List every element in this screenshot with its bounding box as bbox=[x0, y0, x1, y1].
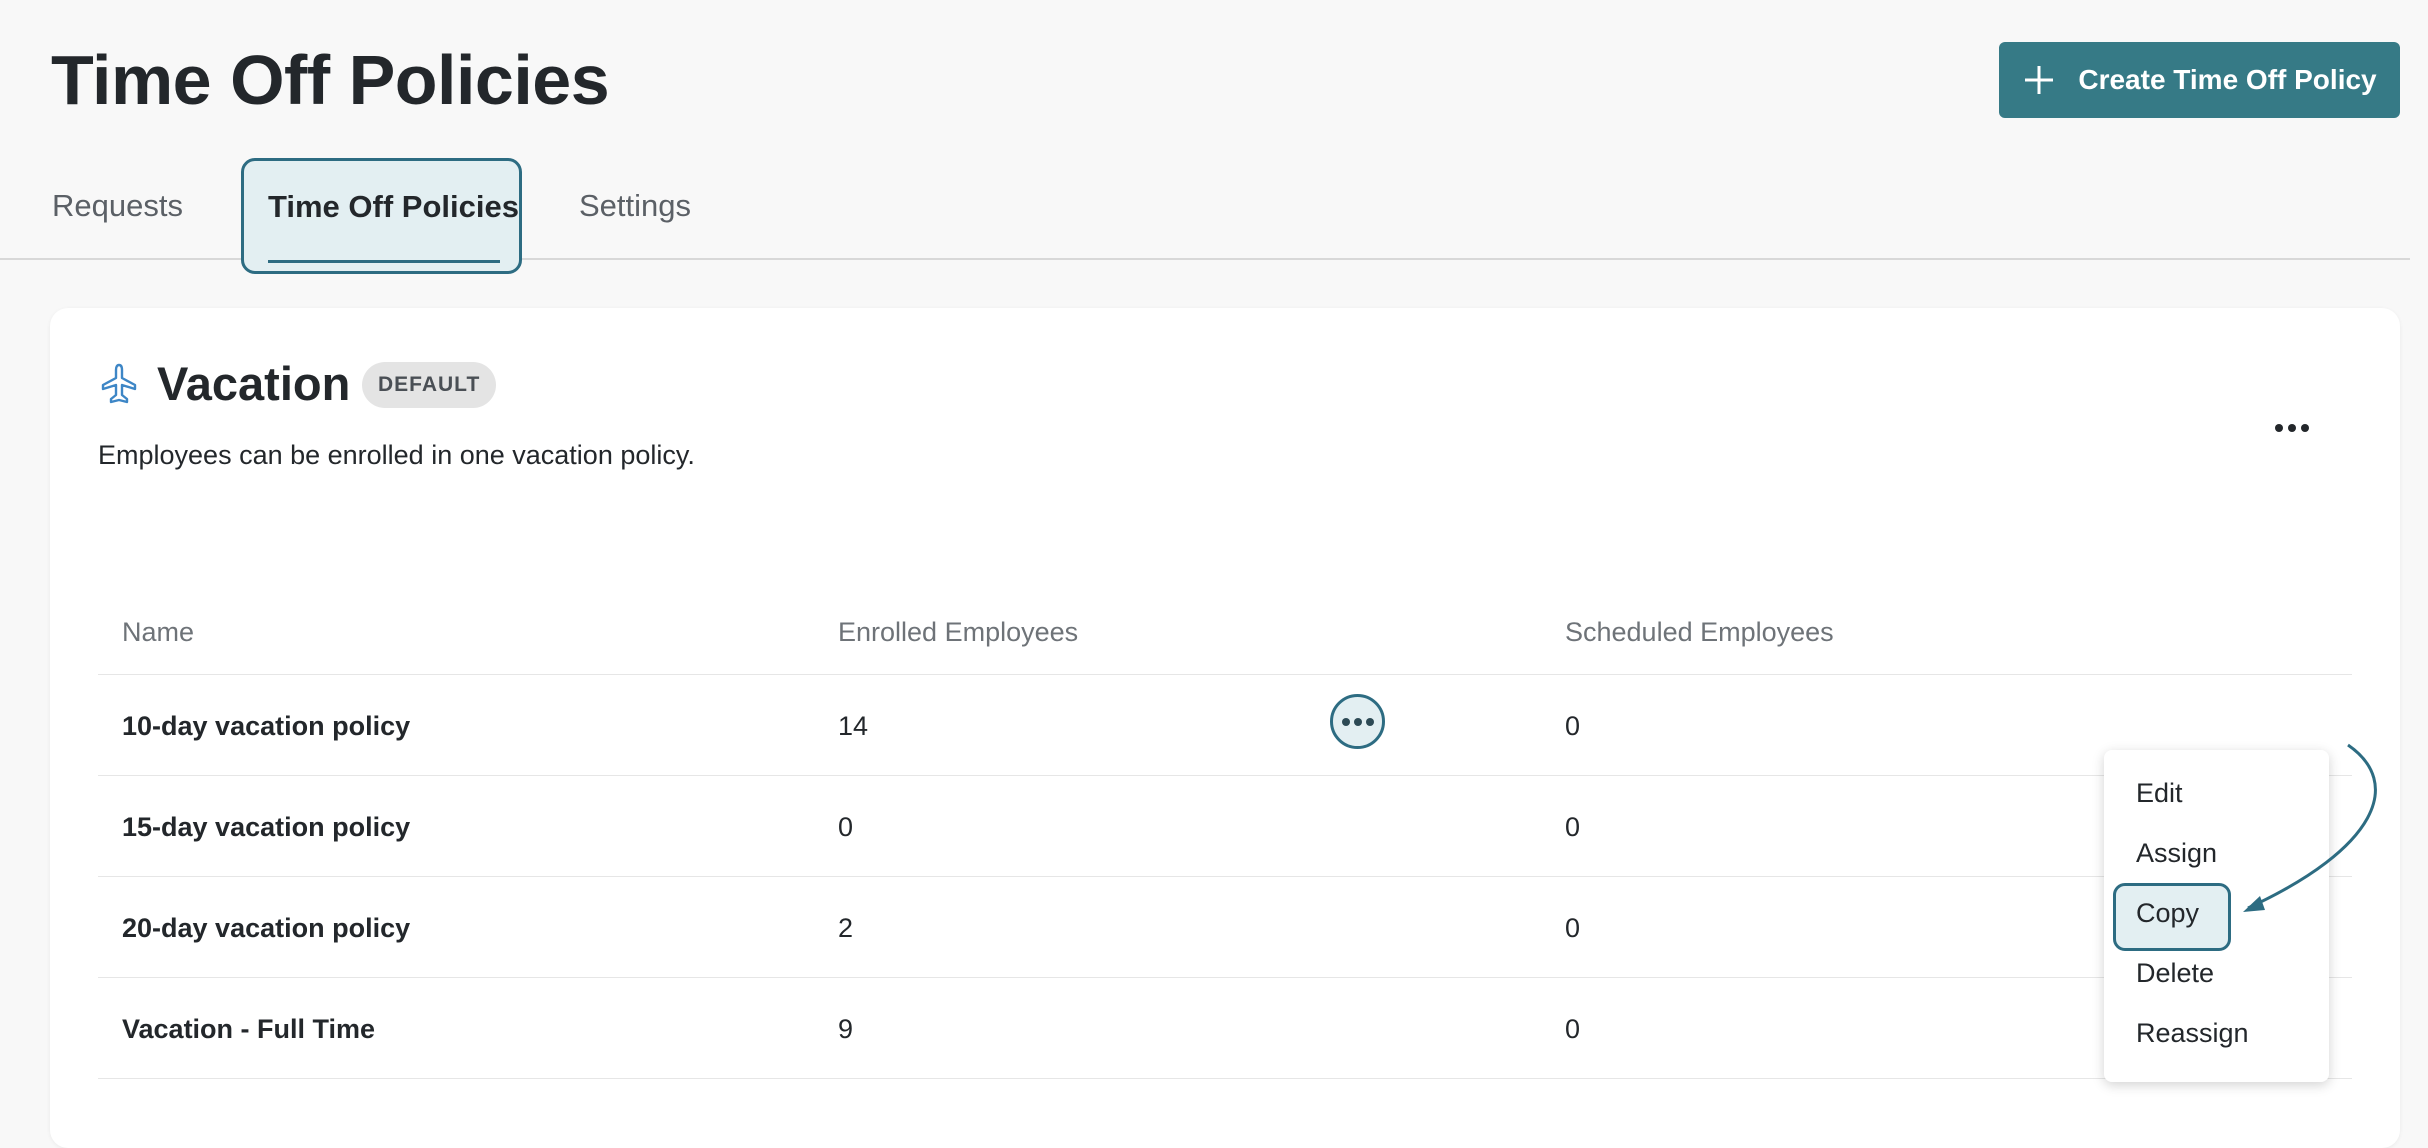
policies-table: Name Enrolled Employees Scheduled Employ… bbox=[98, 574, 2352, 1079]
more-dot bbox=[2288, 424, 2296, 432]
airplane-icon bbox=[101, 363, 137, 404]
menu-item-assign[interactable]: Assign bbox=[2136, 838, 2217, 869]
table-row[interactable]: 15-day vacation policy 0 0 bbox=[98, 776, 2352, 877]
menu-item-delete[interactable]: Delete bbox=[2136, 958, 2214, 989]
policy-card-title: Vacation bbox=[157, 357, 351, 410]
policy-name[interactable]: Vacation - Full Time bbox=[122, 1014, 375, 1045]
more-dot bbox=[2275, 424, 2283, 432]
annotation-arrow bbox=[2243, 743, 2377, 912]
tab-time-off-policies[interactable]: Time Off Policies bbox=[241, 158, 522, 274]
table-row[interactable]: 10-day vacation policy 14 0 bbox=[98, 675, 2352, 776]
enrolled-count: 14 bbox=[838, 711, 869, 741]
create-button-label: Create Time Off Policy bbox=[2078, 64, 2377, 95]
table-row[interactable]: Vacation - Full Time 9 0 bbox=[98, 978, 2352, 1079]
scheduled-count: 0 bbox=[1565, 812, 1581, 842]
column-header-scheduled: Scheduled Employees bbox=[1565, 617, 1834, 647]
policy-name[interactable]: 15-day vacation policy bbox=[122, 812, 410, 843]
scheduled-count: 0 bbox=[1565, 913, 1581, 943]
table-header: Name Enrolled Employees Scheduled Employ… bbox=[98, 574, 2352, 675]
tab-requests[interactable]: Requests bbox=[52, 188, 183, 224]
scheduled-count: 0 bbox=[1565, 1014, 1581, 1044]
plus-icon bbox=[2025, 66, 2054, 94]
enrolled-count: 2 bbox=[838, 913, 854, 943]
more-dot bbox=[2301, 424, 2309, 432]
tab-bar: Requests Time Off Policies Settings bbox=[0, 158, 2410, 274]
table-row[interactable]: 20-day vacation policy 2 0 bbox=[98, 877, 2352, 978]
row-more-options-button[interactable] bbox=[1330, 694, 1385, 749]
more-dot bbox=[1365, 717, 1374, 726]
policy-card-description: Employees can be enrolled in one vacatio… bbox=[98, 440, 695, 470]
enrolled-count: 0 bbox=[838, 812, 854, 842]
scheduled-count: 0 bbox=[1565, 711, 1581, 741]
menu-item-copy[interactable]: Copy bbox=[2136, 898, 2199, 929]
column-header-name: Name bbox=[122, 617, 195, 647]
more-dot bbox=[1353, 717, 1362, 726]
menu-item-reassign[interactable]: Reassign bbox=[2136, 1018, 2249, 1049]
vacation-policy-card: Vacation DEFAULT Employees can be enroll… bbox=[50, 308, 2400, 1148]
column-header-enrolled: Enrolled Employees bbox=[838, 617, 1079, 647]
page-title: Time Off Policies bbox=[51, 41, 610, 119]
menu-item-edit[interactable]: Edit bbox=[2136, 778, 2183, 809]
card-more-options-button[interactable] bbox=[2268, 416, 2316, 440]
enrolled-count: 9 bbox=[838, 1014, 854, 1044]
active-tab-underline bbox=[268, 260, 500, 263]
policy-name[interactable]: 10-day vacation policy bbox=[122, 711, 410, 742]
create-time-off-policy-button[interactable]: Create Time Off Policy bbox=[1999, 42, 2400, 118]
tab-time-off-policies-label: Time Off Policies bbox=[268, 189, 519, 224]
default-badge: DEFAULT bbox=[362, 362, 497, 408]
policy-name[interactable]: 20-day vacation policy bbox=[122, 913, 410, 944]
tab-settings[interactable]: Settings bbox=[579, 188, 691, 224]
more-dot bbox=[1341, 717, 1350, 726]
